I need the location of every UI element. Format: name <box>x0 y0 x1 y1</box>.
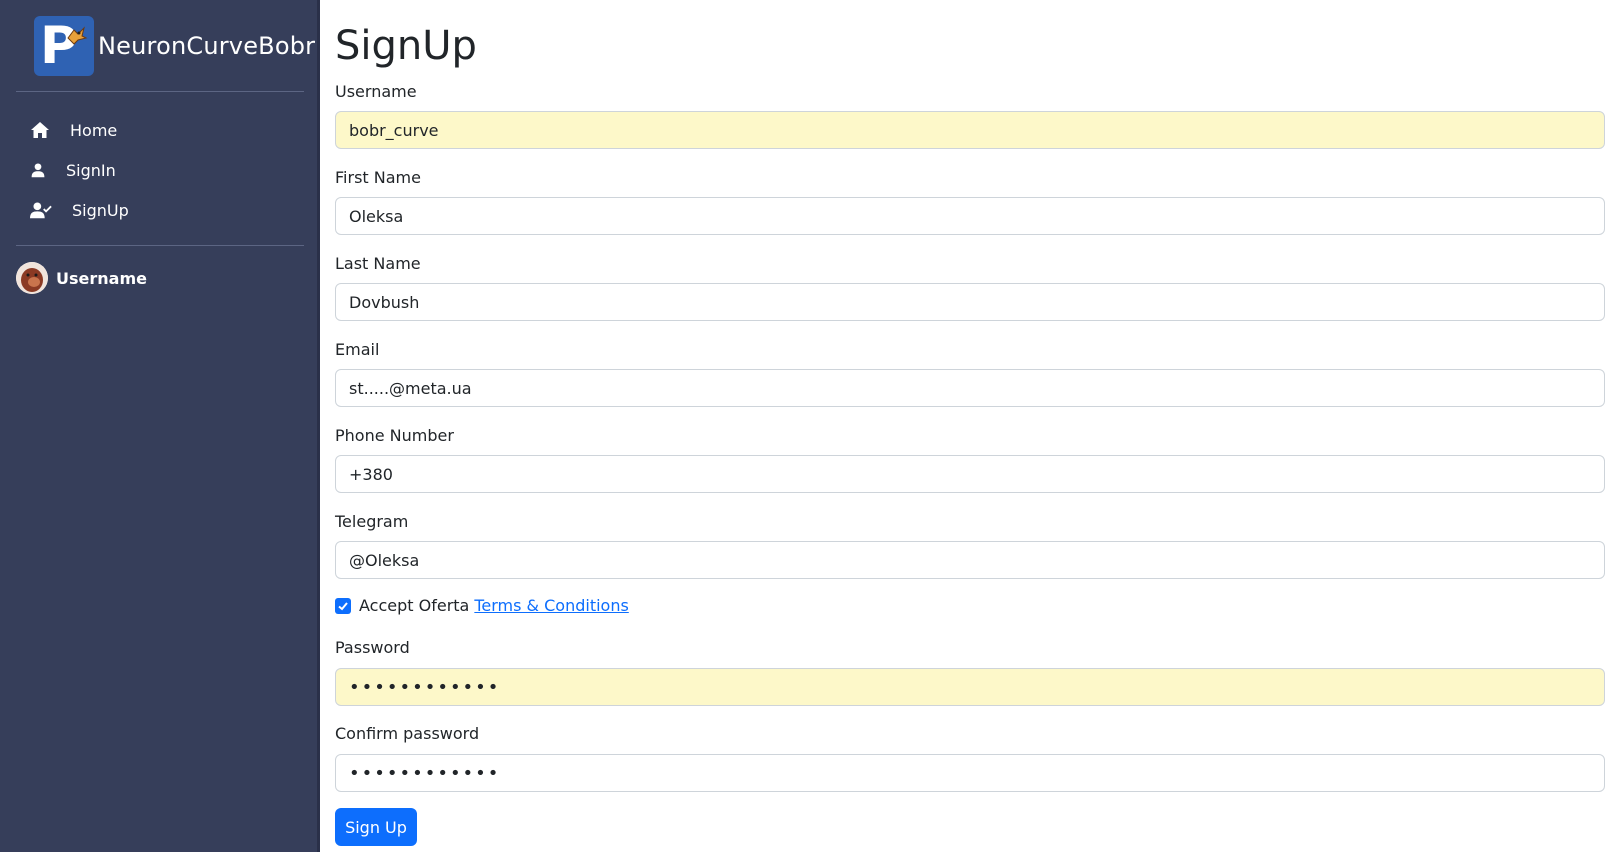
phone-label: Phone Number <box>335 426 454 445</box>
user-icon <box>31 163 45 178</box>
home-icon <box>31 122 49 138</box>
telegram-input[interactable] <box>335 541 1605 579</box>
bird-icon <box>67 26 88 45</box>
first-name-label: First Name <box>335 168 421 187</box>
sidebar-divider <box>16 245 304 246</box>
sidebar-item-home[interactable]: Home <box>16 110 304 150</box>
brand[interactable]: P NeuronCurveBobr <box>34 16 315 76</box>
user-name: Username <box>56 268 147 288</box>
avatar <box>16 262 48 294</box>
sidebar-divider <box>16 91 304 92</box>
sidebar: P NeuronCurveBobr Home SignIn SignUp Use… <box>0 0 320 852</box>
confirm-password-input[interactable] <box>335 754 1605 792</box>
user-check-icon <box>30 202 52 219</box>
logo: P <box>34 16 94 76</box>
accept-oferta-row: Accept Oferta Terms & Conditions <box>335 596 629 615</box>
page-title: SignUp <box>335 23 477 69</box>
email-label: Email <box>335 340 380 359</box>
beaver-avatar-icon <box>16 262 48 294</box>
last-name-input[interactable] <box>335 283 1605 321</box>
password-label: Password <box>335 638 410 657</box>
username-label: Username <box>335 82 417 101</box>
sidebar-item-label: SignUp <box>72 200 129 220</box>
telegram-label: Telegram <box>335 512 409 531</box>
sidebar-nav: Home SignIn SignUp <box>16 110 304 230</box>
email-input[interactable] <box>335 369 1605 407</box>
sign-up-button[interactable]: Sign Up <box>335 808 417 846</box>
sidebar-item-label: Home <box>70 120 118 140</box>
brand-name: NeuronCurveBobr <box>98 32 316 60</box>
confirm-password-label: Confirm password <box>335 724 480 743</box>
terms-link[interactable]: Terms & Conditions <box>474 596 628 615</box>
sidebar-item-signup[interactable]: SignUp <box>16 190 304 230</box>
accept-label: Accept Oferta <box>359 596 470 615</box>
user-menu[interactable]: Username <box>16 262 147 294</box>
phone-input[interactable] <box>335 455 1605 493</box>
last-name-label: Last Name <box>335 254 421 273</box>
accept-checkbox[interactable] <box>335 597 351 614</box>
username-input[interactable] <box>335 111 1605 149</box>
check-icon <box>338 601 348 610</box>
first-name-input[interactable] <box>335 197 1605 235</box>
sidebar-item-signin[interactable]: SignIn <box>16 150 304 190</box>
sidebar-item-label: SignIn <box>66 160 116 180</box>
password-input[interactable] <box>335 668 1605 706</box>
